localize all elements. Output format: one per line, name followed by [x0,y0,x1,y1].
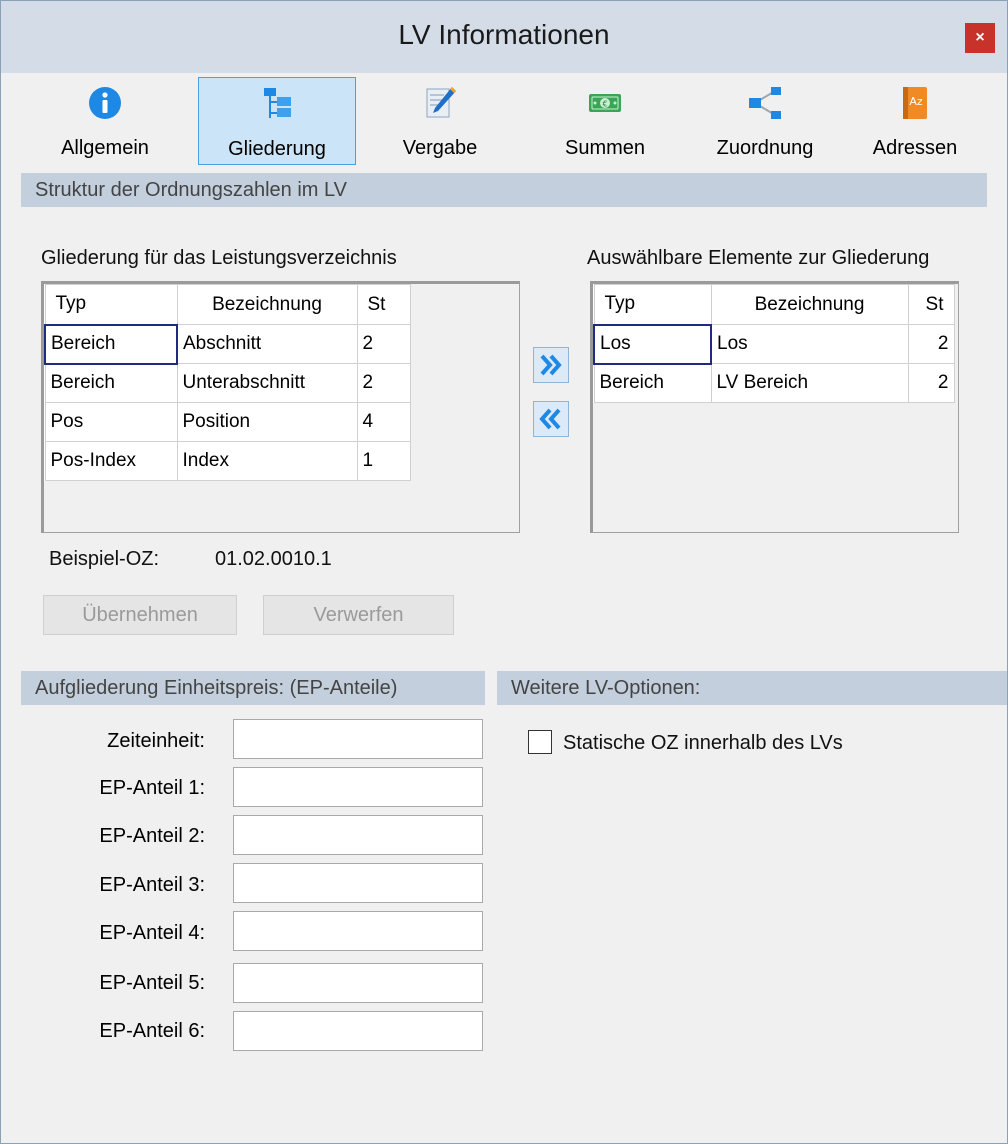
cell-st[interactable]: 2 [356,324,411,364]
ep-label-anteil-2: EP-Anteil 2: [99,825,205,847]
ep-anteil-2-input[interactable] [233,815,483,855]
column-header-bezeichnung[interactable]: Bezeichnung [710,284,909,325]
tab-zuordnung-label: Zuordnung [716,137,814,159]
share-nodes-icon [749,87,781,119]
tab-summen-label: Summen [564,137,646,159]
move-right-button[interactable] [533,347,569,383]
table-row[interactable]: Bereich LV Bereich 2 [593,363,955,403]
cell-typ[interactable]: Pos [44,402,178,442]
column-header-typ[interactable]: Typ [44,284,178,325]
address-book-icon: Az [903,87,927,119]
table-row[interactable]: Bereich Abschnitt 2 [44,323,411,365]
cell-st[interactable]: 4 [356,402,411,442]
table-row[interactable]: Los Los 2 [593,323,955,365]
right-elements-table: Typ Bezeichnung St Los Los 2 Bereich LV … [593,284,955,403]
move-left-button[interactable] [533,401,569,437]
ep-anteil-5-input[interactable] [233,963,483,1003]
left-structure-table: Typ Bezeichnung St Bereich Abschnitt 2 B… [44,284,411,481]
cell-typ[interactable]: Bereich [44,323,178,365]
tab-allgemein-label: Allgemein [61,137,149,159]
cell-st[interactable]: 2 [907,324,955,364]
double-chevron-left-icon [539,408,561,430]
static-oz-label: Statische OZ innerhalb des LVs [563,732,843,754]
tab-allgemein[interactable]: Allgemein [26,77,184,165]
column-header-st[interactable]: St [356,284,411,325]
cell-bezeichnung[interactable]: LV Bereich [710,363,909,403]
cell-typ[interactable]: Los [593,323,712,365]
apply-button[interactable]: Übernehmen [43,595,237,635]
column-header-bezeichnung[interactable]: Bezeichnung [176,284,358,325]
table-row[interactable]: Bereich Unterabschnitt 2 [44,363,411,403]
discard-button[interactable]: Verwerfen [263,595,454,635]
column-header-st[interactable]: St [907,284,955,325]
svg-text:€: € [602,100,607,109]
tab-gliederung-label: Gliederung [228,138,326,160]
right-grid-title: Auswählbare Elemente zur Gliederung [587,247,930,269]
ep-anteil-6-input[interactable] [233,1011,483,1051]
right-elements-grid[interactable]: Typ Bezeichnung St Los Los 2 Bereich LV … [590,281,959,533]
ep-anteil-3-input[interactable] [233,863,483,903]
ep-section-header: Aufgliederung Einheitspreis: (EP-Anteile… [21,671,485,705]
window-title: LV Informationen [398,19,610,50]
cell-typ[interactable]: Bereich [593,363,712,403]
tab-summen[interactable]: € Summen [526,77,684,165]
tab-vergabe-label: Vergabe [402,137,478,159]
cell-bezeichnung[interactable]: Position [176,402,358,442]
table-header-row: Typ Bezeichnung St [44,284,411,325]
zeiteinheit-input[interactable] [233,719,483,759]
tab-adressen[interactable]: Az Adressen [836,77,994,165]
cell-typ[interactable]: Bereich [44,363,178,403]
cell-bezeichnung[interactable]: Index [176,441,358,481]
ep-label-anteil-4: EP-Anteil 4: [99,922,205,944]
table-row[interactable]: Pos-Index Index 1 [44,441,411,481]
example-oz-value: 01.02.0010.1 [215,548,332,570]
cell-bezeichnung[interactable]: Los [710,324,909,364]
tree-structure-icon [264,88,291,118]
money-icon: € [589,94,621,112]
close-button[interactable]: × [965,23,995,53]
toolbar: Allgemein Gliederung Vergabe € Summen Zu… [21,73,987,173]
cell-typ[interactable]: Pos-Index [44,441,178,481]
left-grid-title: Gliederung für das Leistungsverzeichnis [41,247,397,269]
title-bar: LV Informationen × [1,1,1007,73]
svg-text:Az: Az [909,95,923,108]
static-oz-checkbox[interactable] [528,730,552,754]
table-header-row: Typ Bezeichnung St [593,284,955,325]
cell-st[interactable]: 2 [356,363,411,403]
structure-section-header: Struktur der Ordnungszahlen im LV [21,173,987,207]
example-oz-label: Beispiel-OZ: [49,548,160,570]
table-row[interactable]: Pos Position 4 [44,402,411,442]
ep-anteil-4-input[interactable] [233,911,483,951]
tab-adressen-label: Adressen [872,137,958,159]
ep-label-anteil-3: EP-Anteil 3: [99,874,205,896]
options-section-header: Weitere LV-Optionen: [497,671,1007,705]
ep-label-anteil-5: EP-Anteil 5: [99,972,205,994]
ep-label-zeiteinheit: Zeiteinheit: [107,730,205,752]
lv-informationen-dialog: LV Informationen × Allgemein Gliederung [0,0,1008,1144]
cell-bezeichnung[interactable]: Unterabschnitt [176,363,358,403]
double-chevron-right-icon [540,354,562,376]
left-structure-grid[interactable]: Typ Bezeichnung St Bereich Abschnitt 2 B… [41,281,520,533]
edit-document-icon [426,87,456,118]
info-icon [89,87,121,119]
cell-st[interactable]: 2 [907,363,955,403]
tab-vergabe[interactable]: Vergabe [361,77,519,165]
ep-label-anteil-1: EP-Anteil 1: [99,777,205,799]
ep-label-anteil-6: EP-Anteil 6: [99,1020,205,1042]
column-header-typ[interactable]: Typ [593,284,712,325]
tab-gliederung[interactable]: Gliederung [198,77,356,165]
ep-anteil-1-input[interactable] [233,767,483,807]
tab-zuordnung[interactable]: Zuordnung [686,77,844,165]
cell-st[interactable]: 1 [356,441,411,481]
cell-bezeichnung[interactable]: Abschnitt [176,324,358,364]
